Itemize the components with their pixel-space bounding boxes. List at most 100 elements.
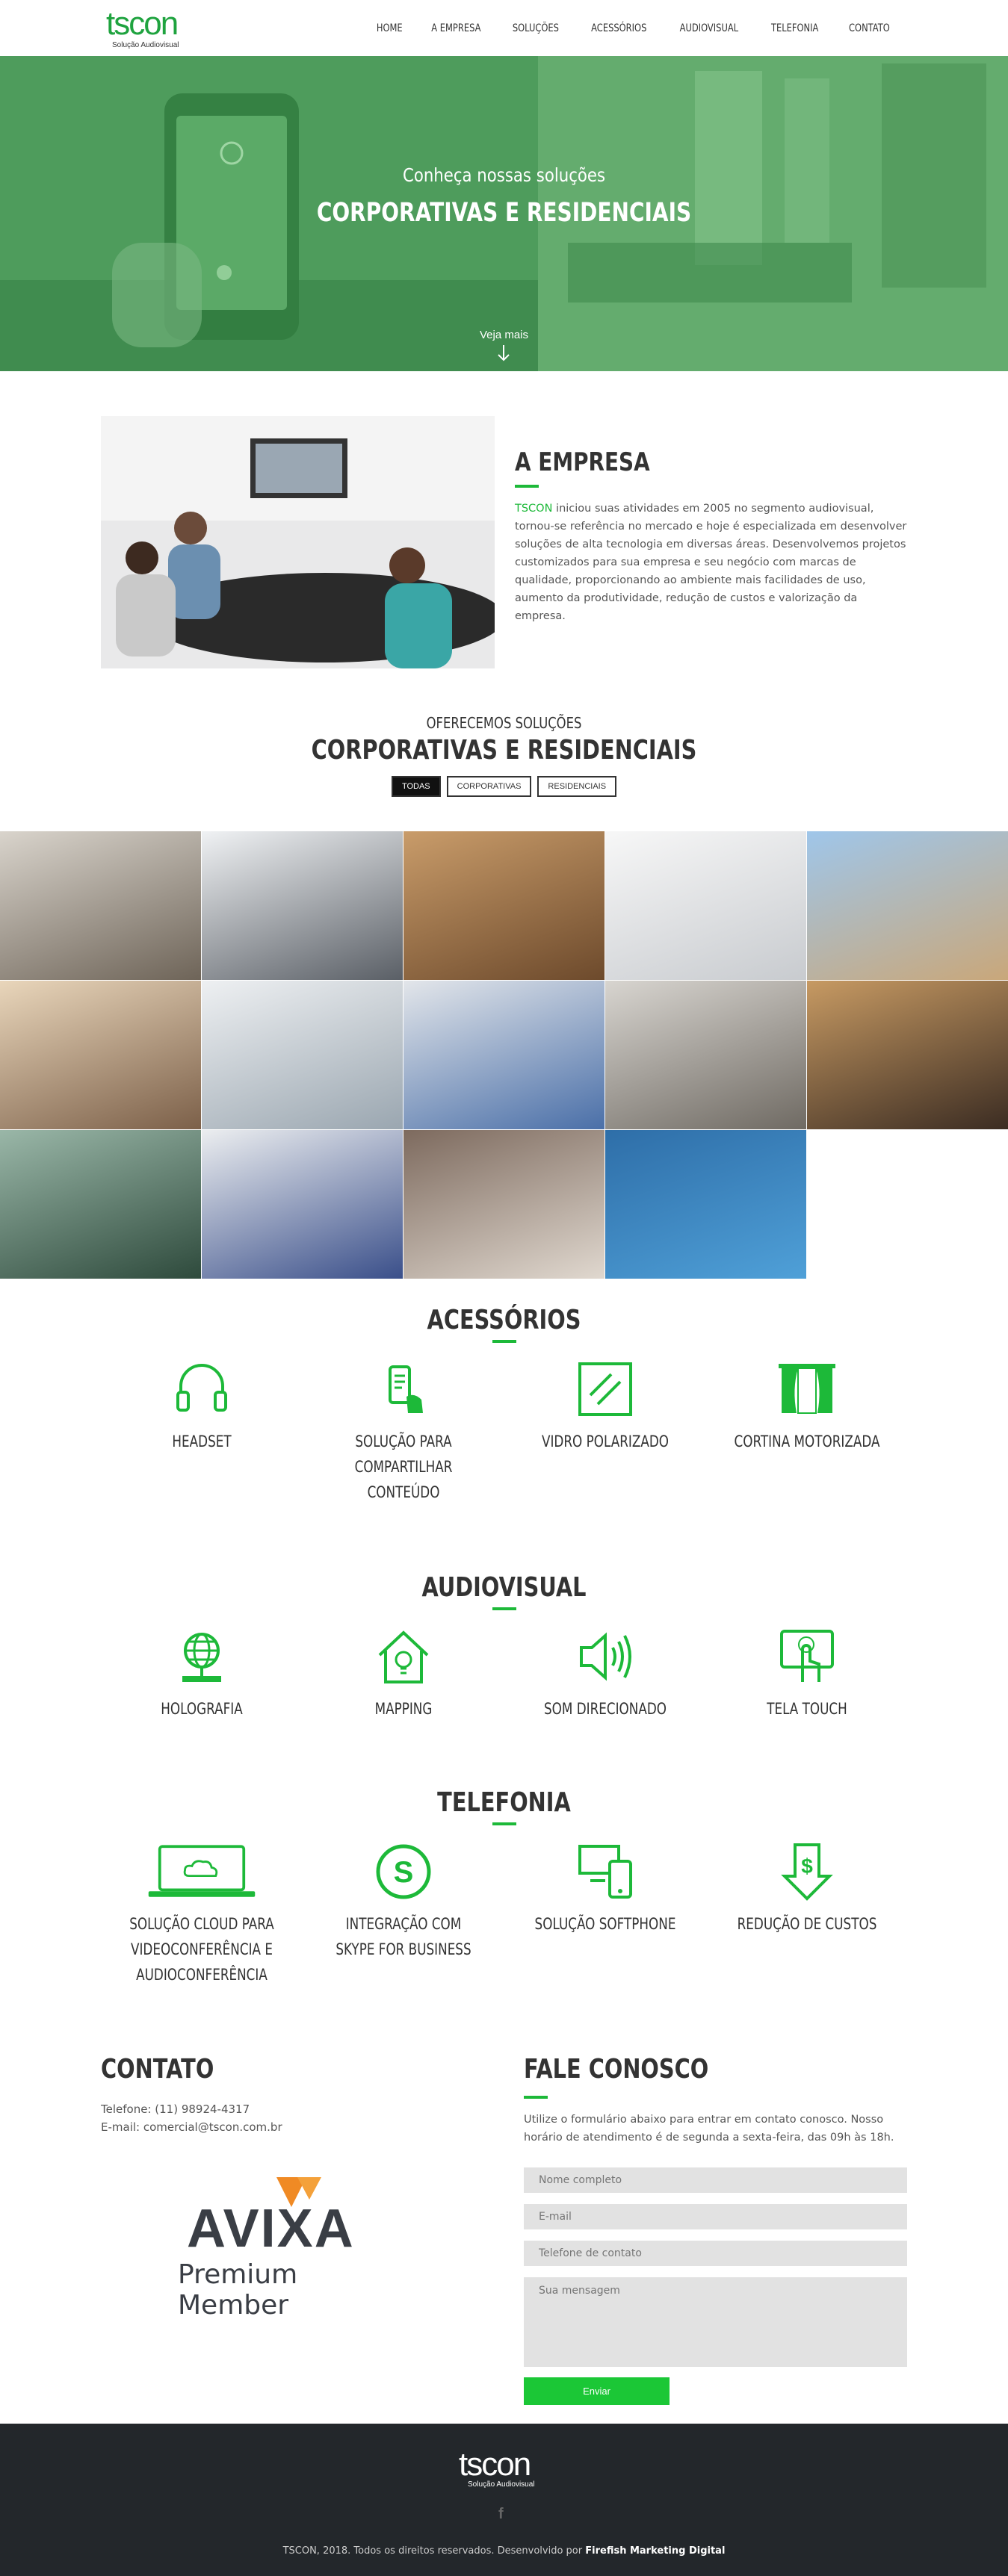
solutions-title: CORPORATIVAS E RESIDENCIAIS	[311, 735, 697, 766]
telephony-skype[interactable]: S INTEGRAÇÃO COM SKYPE FOR BUSINESS	[303, 1842, 504, 1987]
audiovisual-mapping[interactable]: MAPPING	[303, 1627, 504, 1722]
devices-icon	[578, 1845, 632, 1899]
gallery-item[interactable]	[403, 981, 605, 1129]
contact-email[interactable]: E-mail: comercial@tscon.com.br	[101, 2118, 282, 2136]
message-field[interactable]	[524, 2277, 907, 2367]
accessory-label: COMPARTILHAR	[354, 1458, 452, 1476]
accessory-glass[interactable]: VIDRO POLARIZADO	[504, 1359, 706, 1505]
audiovisual-som[interactable]: SOM DIRECIONADO	[504, 1627, 706, 1722]
speaker-icon	[579, 1632, 631, 1681]
skype-icon: S	[376, 1844, 430, 1899]
telephony-costs[interactable]: $ REDUÇÃO DE CUSTOS	[706, 1842, 908, 1987]
audiovisual-underline	[492, 1607, 516, 1610]
accessory-label: CONTEÚDO	[367, 1483, 439, 1501]
gallery-item[interactable]	[403, 831, 605, 980]
audiovisual-section: AUDIOVISUAL HOLOGRAFIA MAPPING SOM DIREC…	[0, 1572, 1008, 1722]
nav-acessorios[interactable]: ACESSÓRIOS	[582, 22, 655, 34]
gallery-item[interactable]	[807, 831, 1008, 980]
svg-text:S: S	[393, 1856, 413, 1889]
arrow-down-icon[interactable]	[496, 344, 511, 361]
about-description: TSCON iniciou suas atividades em 2005 no…	[515, 500, 911, 625]
filter-corporativas[interactable]: CORPORATIVAS	[446, 776, 532, 797]
footer-copyright: TSCON, 2018. Todos os direitos reservado…	[0, 2545, 1008, 2557]
facebook-icon[interactable]: f	[498, 2506, 504, 2523]
globe-icon	[182, 1633, 221, 1682]
hero-title: CORPORATIVAS E RESIDENCIAIS	[316, 198, 692, 228]
logo[interactable]: tscon Solução Audiovisual	[102, 6, 199, 51]
accessories-title: ACESSÓRIOS	[427, 1305, 581, 1335]
gallery-item[interactable]	[403, 1130, 605, 1279]
gallery-item[interactable]	[202, 831, 403, 980]
audiovisual-label: HOLOGRAFIA	[160, 1700, 243, 1718]
gallery-item[interactable]	[0, 1130, 201, 1279]
accessory-label: HEADSET	[171, 1433, 232, 1450]
telephony-label: SKYPE FOR BUSINESS	[335, 1940, 471, 1958]
gallery-item[interactable]	[807, 981, 1008, 1129]
footer-copy-text: TSCON, 2018. Todos os direitos reservado…	[282, 2545, 586, 2557]
solutions-subtitle: OFERECEMOS SOLUÇÕES	[426, 714, 582, 732]
gallery-item[interactable]	[605, 831, 806, 980]
audiovisual-holografia[interactable]: HOLOGRAFIA	[101, 1627, 303, 1722]
nav-empresa[interactable]: A EMPRESA	[423, 22, 489, 34]
avixa-wordmark: AVIXA	[187, 2199, 355, 2259]
about-title: A EMPRESA	[515, 447, 650, 477]
form-description: Utilize o formulário abaixo para entrar …	[524, 2114, 894, 2144]
site-header: tscon Solução Audiovisual HOME A EMPRESA…	[0, 0, 1008, 56]
solutions-gallery	[0, 831, 1008, 1279]
telephony-underline	[492, 1822, 516, 1825]
gallery-item[interactable]	[605, 981, 806, 1129]
telephony-title: TELEFONIA	[437, 1787, 571, 1818]
accessory-label: VIDRO POLARIZADO	[541, 1433, 669, 1450]
main-nav: HOME A EMPRESA SOLUÇÕES ACESSÓRIOS AUDIO…	[363, 22, 905, 34]
laptop-cloud-icon	[148, 1845, 255, 1897]
form-title: FALE CONOSCO	[524, 2054, 709, 2085]
name-field[interactable]	[524, 2167, 907, 2193]
nav-solucoes[interactable]: SOLUÇÕES	[504, 22, 567, 34]
gallery-item[interactable]	[605, 1130, 806, 1279]
nav-audiovisual[interactable]: AUDIOVISUAL	[671, 22, 746, 34]
email-field[interactable]	[524, 2204, 907, 2229]
gallery-item[interactable]	[202, 981, 403, 1129]
avixa-subtitle: Premium Member	[178, 2259, 298, 2321]
developer-link[interactable]: Firefish Marketing Digital	[585, 2545, 725, 2557]
telephony-label: INTEGRAÇÃO COM	[345, 1915, 461, 1933]
accessories-section: ACESSÓRIOS HEADSET SOLUÇÃO PARA COMPARTI…	[0, 1305, 1008, 1505]
telephony-label: SOLUÇÃO CLOUD PARA	[129, 1915, 274, 1933]
logo-wordmark: tscon	[106, 4, 179, 42]
house-bulb-icon	[378, 1630, 428, 1683]
gallery-item[interactable]	[202, 1130, 403, 1279]
hero-subtitle: Conheça nossas soluções	[402, 164, 606, 186]
nav-home[interactable]: HOME	[368, 22, 411, 34]
telephony-softphone[interactable]: SOLUÇÃO SOFTPHONE	[504, 1842, 706, 1987]
filter-todas[interactable]: TODAS	[391, 776, 441, 797]
about-brand: TSCON	[515, 503, 553, 515]
audiovisual-touch[interactable]: TELA TOUCH	[706, 1627, 908, 1722]
about-text-body: iniciou suas atividades em 2005 no segme…	[515, 503, 907, 622]
audiovisual-label: TELA TOUCH	[766, 1700, 847, 1718]
accessory-label: CORTINA MOTORIZADA	[734, 1433, 879, 1450]
telephony-cloud[interactable]: SOLUÇÃO CLOUD PARA VIDEOCONFERÊNCIA E AU…	[101, 1842, 303, 1987]
accessory-headset[interactable]: HEADSET	[101, 1359, 303, 1505]
gallery-item[interactable]	[0, 981, 201, 1129]
phone-field[interactable]	[524, 2241, 907, 2266]
solutions-section: OFERECEMOS SOLUÇÕES CORPORATIVAS E RESID…	[0, 710, 1008, 814]
about-meeting-photo	[101, 416, 495, 668]
send-button[interactable]: Enviar	[524, 2377, 670, 2405]
logo-tagline: Solução Audiovisual	[112, 40, 179, 49]
footer-logo[interactable]: tscon	[459, 2446, 531, 2483]
telephony-label: SOLUÇÃO SOFTPHONE	[534, 1915, 675, 1933]
nav-telefonia[interactable]: TELEFONIA	[762, 22, 826, 34]
about-section: A EMPRESA TSCON iniciou suas atividades …	[0, 371, 1008, 677]
nav-contato[interactable]: CONTATO	[841, 22, 899, 34]
telephony-label: AUDIOCONFERÊNCIA	[135, 1966, 268, 1984]
filter-residenciais[interactable]: RESIDENCIAIS	[537, 776, 617, 797]
hero-more-link[interactable]: Veja mais	[0, 329, 1008, 341]
gallery-item[interactable]	[0, 831, 201, 980]
accessory-label: SOLUÇÃO PARA	[354, 1433, 452, 1450]
accessory-share[interactable]: SOLUÇÃO PARA COMPARTILHAR CONTEÚDO	[303, 1359, 504, 1505]
telephony-section: TELEFONIA SOLUÇÃO CLOUD PARA VIDEOCONFER…	[0, 1787, 1008, 1987]
accessory-curtain[interactable]: CORTINA MOTORIZADA	[706, 1359, 908, 1505]
about-title-underline	[515, 485, 539, 488]
form-title-underline	[524, 2096, 548, 2099]
site-footer: tscon Solução Audiovisual f TSCON, 2018.…	[0, 2424, 1008, 2576]
